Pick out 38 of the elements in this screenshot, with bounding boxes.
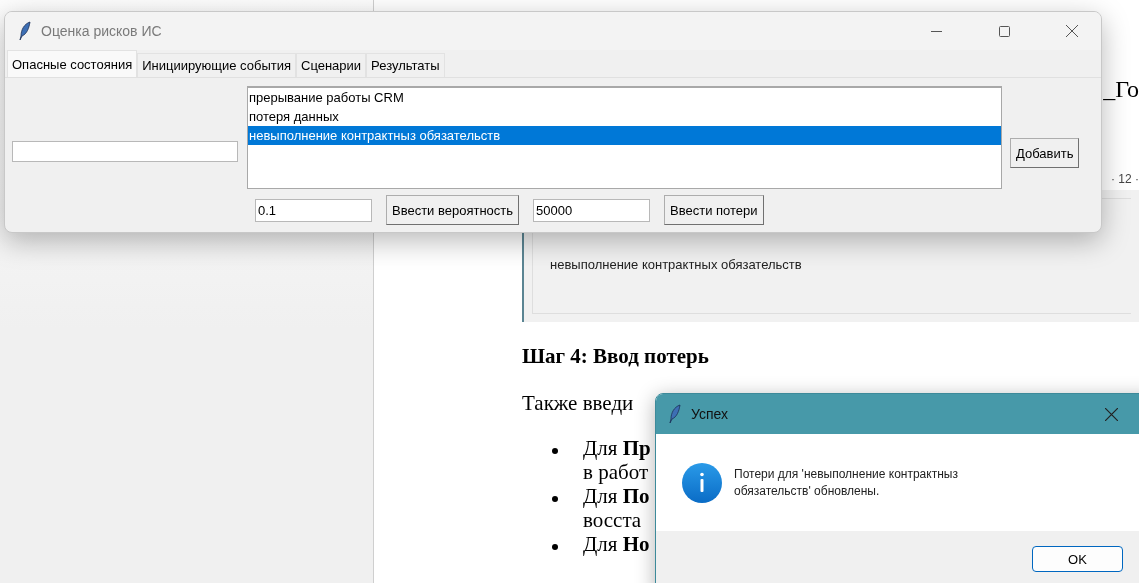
document-title-fragment: _Го	[1103, 76, 1139, 103]
bullet-icon	[552, 496, 558, 502]
list-item[interactable]: потеря данных	[248, 107, 1001, 126]
window-title: Оценка рисков ИС	[41, 23, 163, 39]
close-icon	[1066, 25, 1078, 37]
dialog-title: Успех	[691, 406, 730, 422]
bullet-text: восста	[583, 508, 642, 532]
paragraph-text: Также введи	[522, 391, 634, 416]
tab[interactable]: Инициирующие события	[137, 53, 296, 77]
close-icon	[1104, 407, 1118, 421]
ok-button[interactable]: OK	[1032, 546, 1123, 572]
maximize-icon	[998, 25, 1010, 37]
tab[interactable]: Результаты	[366, 53, 445, 77]
loss-field[interactable]: 50000	[533, 198, 651, 222]
probability-button[interactable]: Ввести вероятность	[386, 195, 520, 225]
feather-icon	[669, 404, 681, 424]
bullet-icon	[552, 448, 558, 454]
list-item[interactable]: прерывание работы CRM	[248, 88, 1001, 107]
section-heading: Шаг 4: Ввод потерь	[522, 344, 709, 369]
add-button[interactable]: Добавить	[1010, 138, 1080, 168]
feather-icon	[19, 21, 31, 41]
minimize-icon	[930, 30, 942, 32]
bullet-text: Для Пр	[583, 436, 651, 460]
info-icon	[682, 462, 722, 503]
bullet-text: в работ	[583, 460, 649, 484]
loss-button[interactable]: Ввести потери	[664, 195, 764, 225]
bullet-icon	[552, 544, 558, 550]
tab[interactable]: Опасные состояния	[7, 50, 138, 77]
ruler-label: · 12 ·	[1111, 172, 1139, 186]
bullet-text: Для По	[583, 484, 650, 508]
tab[interactable]: Сценарии	[296, 53, 367, 77]
probability-field[interactable]: 0.1	[255, 198, 372, 222]
list-item[interactable]: невыполнение контрактныз обязательств	[248, 126, 1001, 145]
list-text: невыполнение контрактных обязательств	[550, 257, 803, 272]
input-field[interactable]	[12, 141, 238, 162]
list-box[interactable]: прерывание работы CRM потеря данных невыполнение контрактныз обязательств	[247, 86, 1002, 189]
dialog-message: Потери для 'невыполнение контрактныз обязательств' обновлены.	[734, 465, 959, 500]
bullet-text: Для Но	[583, 532, 650, 556]
